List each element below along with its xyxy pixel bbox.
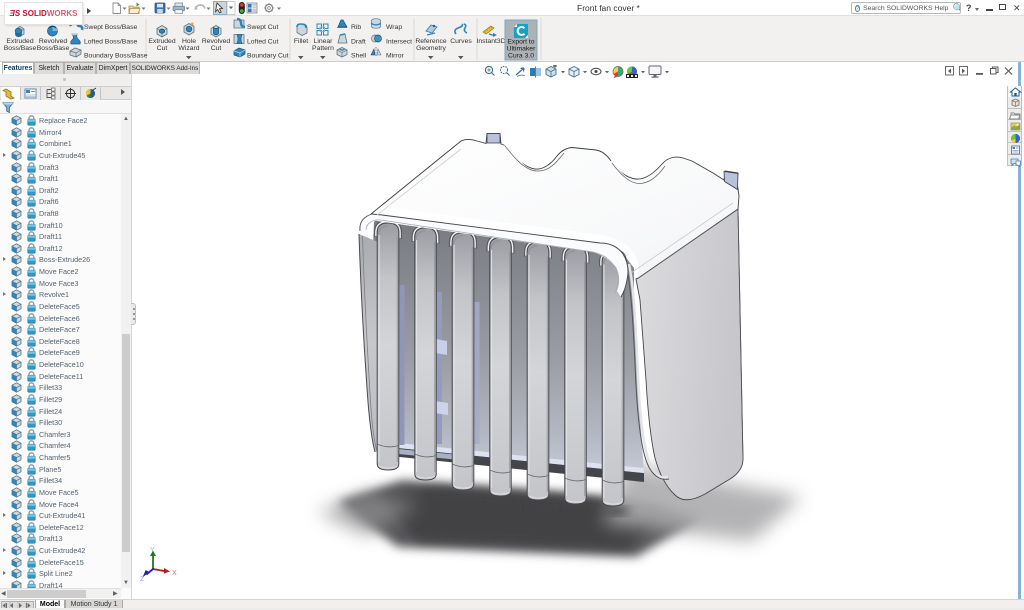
svg-text:Cut: Cut bbox=[157, 45, 168, 52]
svg-text:Cura 3.0: Cura 3.0 bbox=[508, 53, 534, 60]
svg-text:Pattern: Pattern bbox=[312, 45, 334, 52]
svg-text:Reference: Reference bbox=[415, 38, 447, 45]
svg-text:Boss/Base: Boss/Base bbox=[4, 45, 37, 52]
svg-text:Geometry: Geometry bbox=[416, 45, 446, 52]
svg-text:Boss/Base: Boss/Base bbox=[37, 45, 70, 52]
svg-text:Curves: Curves bbox=[450, 38, 472, 45]
svg-text:Y: Y bbox=[150, 547, 155, 554]
svg-text:Swept Cut: Swept Cut bbox=[247, 24, 278, 31]
svg-text:Boundary Cut: Boundary Cut bbox=[247, 53, 289, 60]
svg-text:Boundary Boss/Base: Boundary Boss/Base bbox=[84, 53, 148, 60]
svg-text:Mirror: Mirror bbox=[386, 53, 404, 60]
svg-text:Intersect: Intersect bbox=[386, 39, 412, 46]
svg-text:Revolved: Revolved bbox=[39, 38, 68, 45]
svg-text:X: X bbox=[172, 570, 177, 577]
svg-text:Instant3D: Instant3D bbox=[476, 38, 505, 45]
svg-text:Linear: Linear bbox=[314, 38, 334, 45]
svg-text:Swept Boss/Base: Swept Boss/Base bbox=[84, 24, 137, 31]
svg-text:Wizard: Wizard bbox=[178, 45, 199, 52]
svg-text:Lofted Cut: Lofted Cut bbox=[247, 39, 278, 46]
svg-text:Hole: Hole bbox=[182, 38, 196, 45]
svg-text:Fillet: Fillet bbox=[294, 38, 308, 45]
svg-text:Draft: Draft bbox=[351, 39, 366, 46]
svg-text:Extruded: Extruded bbox=[6, 38, 33, 45]
svg-text:Extruded: Extruded bbox=[148, 38, 175, 45]
svg-text:Cut: Cut bbox=[211, 45, 222, 52]
svg-text:Revolved: Revolved bbox=[202, 38, 231, 45]
svg-text:Rib: Rib bbox=[351, 24, 361, 31]
svg-text:Wrap: Wrap bbox=[386, 24, 402, 31]
svg-text:Lofted Boss/Base: Lofted Boss/Base bbox=[84, 39, 137, 46]
svg-text:Shell: Shell bbox=[351, 53, 367, 60]
svg-text:Export to: Export to bbox=[507, 39, 534, 46]
svg-text:Z: Z bbox=[140, 576, 144, 583]
svg-text:Ultimaker: Ultimaker bbox=[507, 46, 536, 53]
